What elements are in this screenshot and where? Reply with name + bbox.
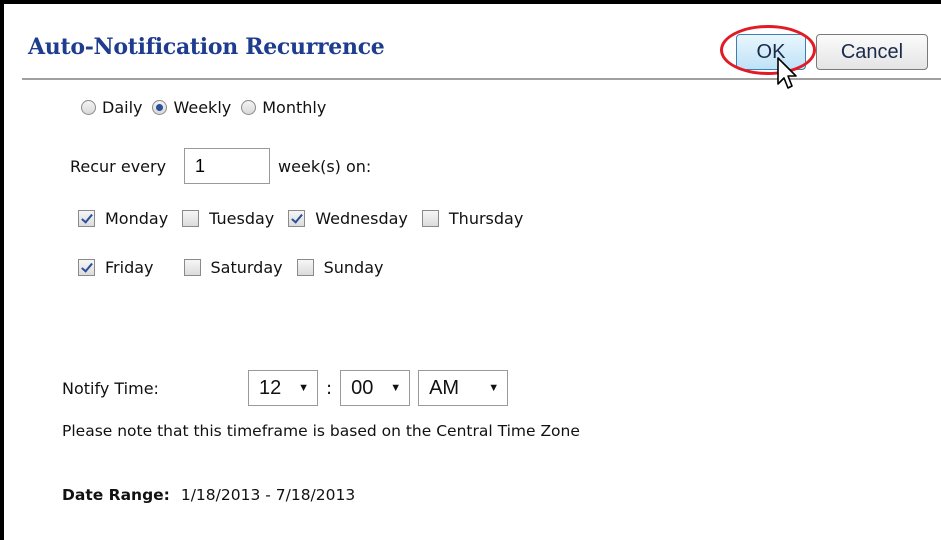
label-thursday: Thursday xyxy=(448,208,524,228)
caret-down-icon: ▼ xyxy=(390,382,402,394)
timezone-note: Please note that this timeframe is based… xyxy=(62,422,580,440)
checkbox-tuesday[interactable] xyxy=(182,209,200,227)
minute-select[interactable]: 00 ▼ xyxy=(340,370,411,406)
header-divider xyxy=(22,78,941,80)
minute-value: 00 xyxy=(351,376,374,399)
checkbox-monday[interactable] xyxy=(78,209,95,227)
hour-value: 12 xyxy=(259,376,282,399)
caret-down-icon: ▼ xyxy=(488,382,500,394)
recur-interval-input[interactable] xyxy=(184,148,271,184)
radio-weekly-label: Weekly xyxy=(173,98,232,117)
date-range-label: Date Range: xyxy=(62,486,170,504)
frequency-radio-group: Daily Weekly Monthly xyxy=(81,98,336,117)
checkbox-sunday[interactable] xyxy=(296,258,314,276)
ampm-value: AM xyxy=(429,376,460,399)
dialog-title: Auto-Notification Recurrence xyxy=(28,34,385,60)
radio-weekly[interactable] xyxy=(152,100,168,115)
days-row-1: Monday Tuesday Wednesday Thursday xyxy=(78,204,537,232)
days-of-week: Monday Tuesday Wednesday Thursday Friday… xyxy=(78,204,537,302)
radio-daily[interactable] xyxy=(81,100,96,115)
label-sunday: Sunday xyxy=(323,257,384,277)
caret-down-icon: ▼ xyxy=(298,382,309,394)
checkbox-saturday[interactable] xyxy=(183,258,201,276)
label-friday: Friday xyxy=(105,257,154,277)
radio-daily-label: Daily xyxy=(102,98,143,117)
days-row-2: Friday Saturday Sunday xyxy=(78,253,537,281)
label-saturday: Saturday xyxy=(210,257,283,277)
recurrence-dialog: Auto-Notification Recurrence OK Cancel D… xyxy=(0,0,941,540)
recur-row: Recur every week(s) on: xyxy=(70,148,371,184)
recur-prefix-label: Recur every xyxy=(70,156,167,176)
checkbox-friday[interactable] xyxy=(78,258,95,276)
checkbox-thursday[interactable] xyxy=(421,209,439,227)
cancel-button[interactable]: Cancel xyxy=(816,34,928,70)
date-range-value: 1/18/2013 - 7/18/2013 xyxy=(180,486,356,504)
label-tuesday: Tuesday xyxy=(209,208,275,228)
notify-time-label: Notify Time: xyxy=(62,378,159,398)
label-monday: Monday xyxy=(105,208,169,228)
ampm-select[interactable]: AM ▼ xyxy=(418,370,509,406)
date-range: Date Range: 1/18/2013 - 7/18/2013 xyxy=(62,486,355,504)
label-wednesday: Wednesday xyxy=(315,208,408,228)
recur-suffix-label: week(s) on: xyxy=(278,156,372,176)
radio-monthly[interactable] xyxy=(241,100,257,115)
arrow-cursor-icon xyxy=(776,56,800,96)
time-separator: : xyxy=(326,377,333,399)
notify-time-row: Notify Time: 12 ▼ : 00 ▼ AM ▼ xyxy=(62,370,509,406)
hour-select[interactable]: 12 ▼ xyxy=(248,370,318,406)
radio-monthly-label: Monthly xyxy=(262,98,327,117)
checkbox-wednesday[interactable] xyxy=(288,209,306,227)
dialog-header: Auto-Notification Recurrence OK Cancel xyxy=(8,8,941,86)
